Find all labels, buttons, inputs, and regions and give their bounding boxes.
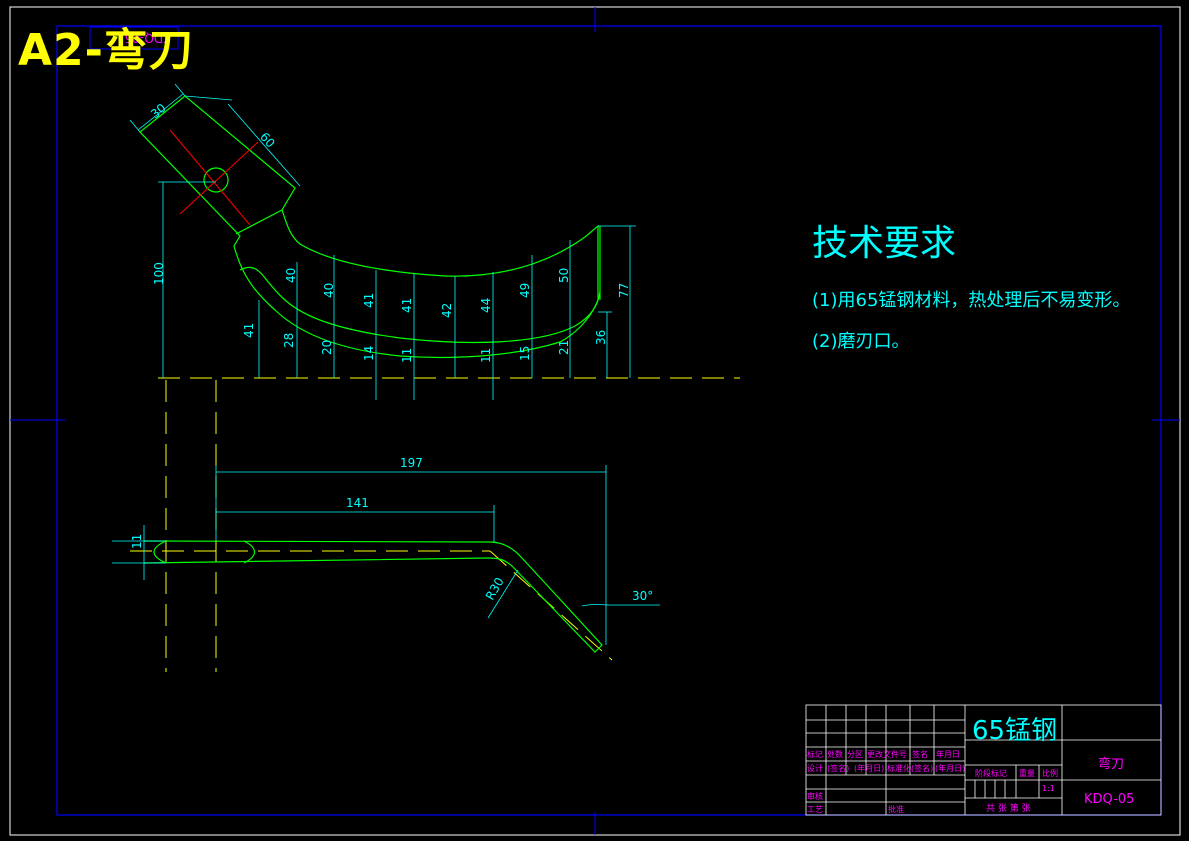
tb-scale: 1:1 (1042, 784, 1055, 793)
sheet-title: A2-弯刀 (18, 25, 194, 76)
dim-lower-4: 14 (362, 346, 376, 361)
tb-label-stage-mark: 阶段标记 (975, 769, 1007, 778)
front-view-centerlines (130, 380, 613, 672)
dim-upper-8: 50 (557, 268, 571, 283)
tb-label-sign: 签名 (912, 750, 928, 759)
top-view-dim-text: 30 60 100 40 40 41 41 42 44 49 50 77 41 … (148, 101, 631, 363)
dim-angle: 30° (632, 589, 653, 603)
tb-label-review: 审核 (807, 792, 823, 801)
dim-30: 30 (148, 101, 169, 122)
tb-label-mark: 标记 (807, 750, 823, 759)
dim-upper-9: 77 (617, 283, 631, 298)
tb-label-sign2: (签名) (827, 764, 850, 773)
tb-drawing-no: KDQ-05 (1084, 792, 1135, 807)
inner-border (56, 25, 1162, 816)
top-view-outline (139, 95, 601, 359)
tb-material: 65锰钢 (972, 716, 1058, 746)
dim-lower-9: 36 (594, 330, 608, 345)
tb-label-design: 设计 (807, 764, 823, 773)
tech-requirement-1: (1)用65锰钢材料，热处理后不易变形。 (812, 290, 1131, 311)
tb-label-date: 年月日 (936, 750, 960, 759)
tb-label-count: 处数 (827, 750, 843, 759)
dim-lower-2: 28 (282, 333, 296, 348)
dim-100: 100 (152, 262, 166, 285)
tb-label-process: 工艺 (807, 805, 823, 814)
tb-label-approve: 批准 (888, 805, 904, 814)
tb-part-name: 弯刀 (1098, 757, 1125, 772)
tb-label-sheets: 共 张 第 张 (986, 804, 1031, 814)
dim-lower-3: 20 (320, 340, 334, 355)
front-view-dim-text: 197 141 11 R30 30° (130, 456, 653, 603)
dim-lower-7: 15 (518, 346, 532, 361)
tb-label-zone: 分区 (847, 750, 863, 759)
front-view-outline (143, 540, 603, 653)
tb-label-weight: 重量 (1019, 769, 1035, 778)
tech-requirements-heading: 技术要求 (812, 223, 957, 264)
dim-upper-3: 41 (362, 293, 376, 308)
tb-label-date3: (年月日) (935, 764, 966, 773)
dim-upper-7: 49 (518, 283, 532, 298)
dim-r30: R30 (483, 575, 507, 602)
dim-11: 11 (130, 534, 144, 549)
dim-lower-1: 41 (242, 323, 256, 338)
tb-label-change-doc: 更改文件号 (867, 750, 907, 759)
dim-lower-8: 21 (557, 340, 571, 355)
dim-60: 60 (257, 130, 278, 151)
dim-upper-4: 41 (400, 298, 414, 313)
dim-upper-1: 40 (284, 268, 298, 283)
dim-lower-6: 11 (479, 348, 493, 363)
tech-requirement-2: (2)磨刃口。 (812, 331, 910, 352)
dim-141: 141 (346, 496, 369, 510)
tb-label-ratio: 比例 (1042, 769, 1058, 778)
dim-upper-5: 42 (440, 303, 454, 318)
dim-upper-2: 40 (322, 283, 336, 298)
tb-label-sign3: (签名) (911, 764, 934, 773)
tb-label-date2: (年月日) (854, 764, 885, 773)
tb-label-standard: 标准化 (887, 764, 911, 773)
dim-lower-5: 11 (400, 348, 414, 363)
dim-197: 197 (400, 456, 423, 470)
dim-upper-6: 44 (479, 298, 493, 313)
